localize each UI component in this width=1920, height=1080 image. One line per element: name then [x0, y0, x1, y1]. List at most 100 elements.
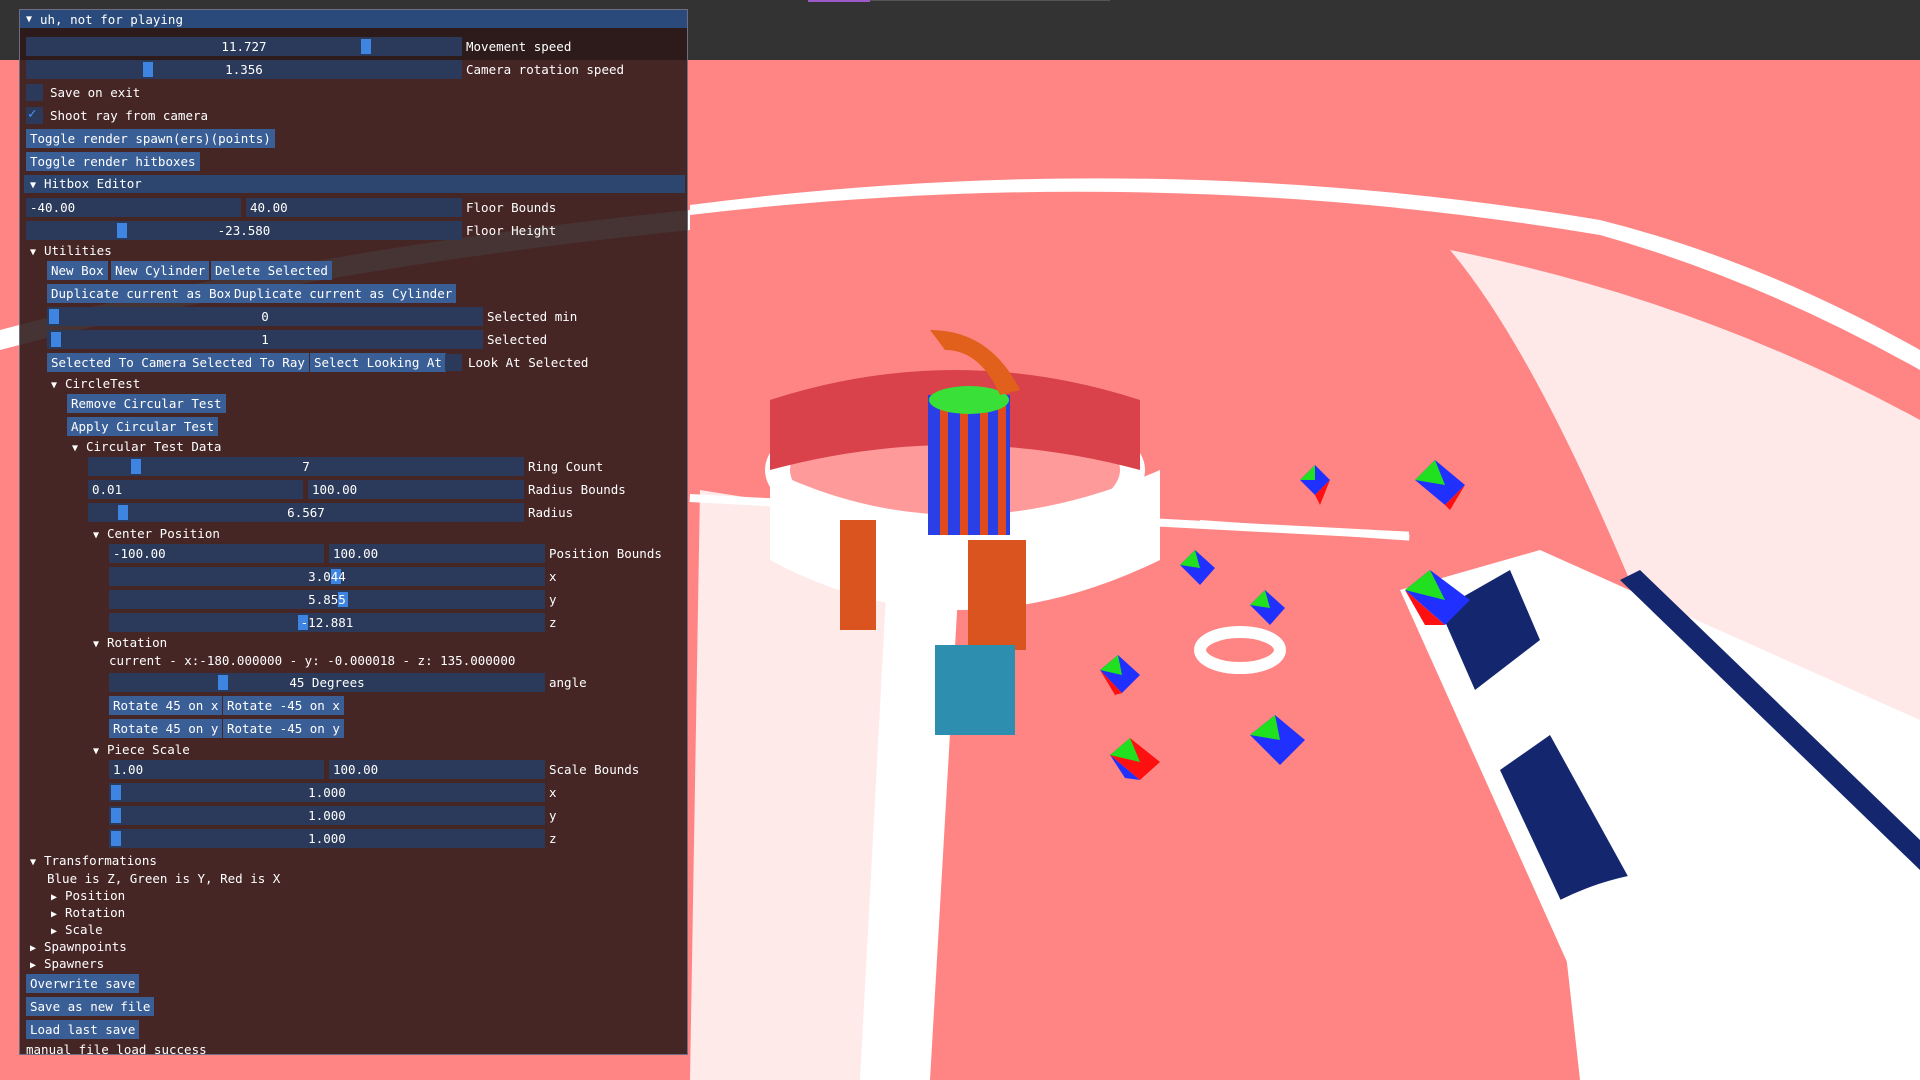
collapse-arrow-icon: ▼ — [93, 530, 100, 541]
spawnpoints-label: Spawnpoints — [44, 939, 127, 954]
debug-window[interactable]: ▼ uh, not for playing 11.727 Movement sp… — [19, 9, 688, 1057]
selected-min-label: Selected min — [487, 309, 578, 324]
status-text: manual file load success — [26, 1042, 207, 1057]
circle-test-node[interactable]: ▼ CircleTest — [51, 375, 140, 392]
shoot-ray-checkbox[interactable]: ✓ — [26, 106, 43, 124]
position-bounds-min[interactable]: -100.00 — [109, 544, 324, 563]
piece-scale-node[interactable]: ▼ Piece Scale — [93, 741, 190, 758]
position-node[interactable]: ▶ Position — [51, 887, 125, 904]
collapse-arrow-icon: ▼ — [30, 857, 37, 868]
radius-label: Radius — [528, 505, 574, 520]
window-title: uh, not for playing — [40, 11, 183, 27]
overwrite-save-button[interactable]: Overwrite save — [26, 974, 140, 993]
camera-rotation-label: Camera rotation speed — [466, 62, 625, 77]
tower-top — [929, 386, 1009, 414]
tower-stripe — [998, 395, 1006, 535]
save-as-new-button[interactable]: Save as new file — [26, 997, 155, 1016]
rotate-neg-x-button[interactable]: Rotate -45 on x — [223, 696, 344, 715]
tower-stripe — [960, 395, 968, 535]
center-y-label: y — [549, 592, 557, 607]
angle-label: angle — [549, 675, 587, 690]
collapse-arrow-icon[interactable]: ▼ — [26, 14, 40, 25]
radius-slider[interactable]: 6.567 — [88, 503, 524, 522]
spawners-label: Spawners — [44, 956, 105, 971]
save-on-exit-checkbox[interactable] — [26, 84, 43, 101]
movement-speed-label: Movement speed — [466, 39, 572, 54]
collapse-arrow-icon: ▼ — [72, 443, 79, 454]
movement-speed-value: 11.727 — [221, 39, 267, 54]
position-bounds-label: Position Bounds — [549, 546, 662, 561]
hitbox-editor-header[interactable]: ▼ Hitbox Editor — [24, 175, 685, 193]
delete-selected-button[interactable]: Delete Selected — [211, 261, 332, 280]
floor-height-slider[interactable]: -23.580 — [26, 221, 462, 240]
selected-to-ray-button[interactable]: Selected To Ray — [188, 353, 309, 372]
apply-circular-test-button[interactable]: Apply Circular Test — [67, 417, 218, 436]
center-z-slider[interactable]: -12.881 — [109, 613, 545, 632]
toggle-hitbox-button[interactable]: Toggle render hitboxes — [26, 152, 200, 171]
window-titlebar[interactable]: ▼ uh, not for playing — [20, 10, 687, 28]
scale-label: Scale — [65, 922, 103, 937]
load-last-save-button[interactable]: Load last save — [26, 1020, 140, 1039]
center-x-label: x — [549, 569, 557, 584]
angle-slider[interactable]: 45 Degrees — [109, 673, 545, 692]
scale-node[interactable]: ▶ Scale — [51, 921, 103, 938]
select-looking-at-button[interactable]: Select Looking At — [310, 353, 446, 372]
new-cylinder-button[interactable]: New Cylinder — [111, 261, 210, 280]
scale-bounds-max[interactable]: 100.00 — [329, 760, 545, 779]
remove-circular-test-button[interactable]: Remove Circular Test — [67, 394, 226, 413]
center-position-node[interactable]: ▼ Center Position — [93, 525, 220, 542]
scale-x-slider[interactable]: 1.000 — [109, 783, 545, 802]
camera-rotation-value: 1.356 — [225, 62, 263, 77]
duplicate-cylinder-button[interactable]: Duplicate current as Cylinder — [230, 284, 457, 303]
transformations-node[interactable]: ▼ Transformations — [30, 852, 157, 869]
floor-height-label: Floor Height — [466, 223, 557, 238]
piece-scale-label: Piece Scale — [107, 742, 190, 757]
rotate-pos-x-button[interactable]: Rotate 45 on x — [109, 696, 223, 715]
center-z-value: -12.881 — [300, 615, 354, 630]
scale-bounds-min[interactable]: 1.00 — [109, 760, 324, 779]
floor-bounds-max[interactable]: 40.00 — [246, 198, 462, 217]
tower-stripe — [980, 395, 988, 535]
scale-y-value: 1.000 — [308, 808, 346, 823]
look-at-selected-checkbox[interactable] — [445, 354, 462, 371]
collapse-arrow-icon: ▼ — [93, 639, 100, 650]
spawnpoints-node[interactable]: ▶ Spawnpoints — [30, 938, 127, 955]
scale-bounds-label: Scale Bounds — [549, 762, 640, 777]
scale-y-slider[interactable]: 1.000 — [109, 806, 545, 825]
spawners-node[interactable]: ▶ Spawners — [30, 955, 104, 972]
center-x-slider[interactable]: 3.044 — [109, 567, 545, 586]
ring-count-value: 7 — [302, 459, 310, 474]
ring-count-slider[interactable]: 7 — [88, 457, 524, 476]
radius-bounds-max[interactable]: 100.00 — [308, 480, 524, 499]
collapse-arrow-icon: ▼ — [30, 247, 37, 258]
duplicate-box-button[interactable]: Duplicate current as Box — [47, 284, 236, 303]
movement-speed-slider[interactable]: 11.727 — [26, 37, 462, 56]
collapse-arrow-icon: ▼ — [30, 180, 37, 191]
hitbox-editor-title: Hitbox Editor — [44, 176, 142, 191]
floor-bounds-min[interactable]: -40.00 — [26, 198, 241, 217]
center-y-slider[interactable]: 5.855 — [109, 590, 545, 609]
toggle-spawn-button[interactable]: Toggle render spawn(ers)(points) — [26, 129, 275, 148]
selected-to-camera-button[interactable]: Selected To Camera — [47, 353, 191, 372]
selected-min-value: 0 — [261, 309, 269, 324]
pillar-glass — [935, 645, 1015, 735]
utilities-node[interactable]: ▼ Utilities — [30, 242, 112, 259]
rotation-node[interactable]: ▼ Rotation — [93, 634, 167, 651]
pillar-left — [840, 520, 876, 630]
radius-bounds-label: Radius Bounds — [528, 482, 626, 497]
rotate-neg-y-button[interactable]: Rotate -45 on y — [223, 719, 344, 738]
radius-bounds-min[interactable]: 0.01 — [88, 480, 303, 499]
selected-slider[interactable]: 1 — [47, 330, 483, 349]
circular-test-data-node[interactable]: ▼ Circular Test Data — [72, 438, 221, 455]
new-box-button[interactable]: New Box — [47, 261, 108, 280]
scale-z-slider[interactable]: 1.000 — [109, 829, 545, 848]
position-bounds-max[interactable]: 100.00 — [329, 544, 545, 563]
axis-legend-text: Blue is Z, Green is Y, Red is X — [47, 871, 281, 886]
rotate-pos-y-button[interactable]: Rotate 45 on y — [109, 719, 223, 738]
center-y-value: 5.855 — [308, 592, 346, 607]
center-position-label: Center Position — [107, 526, 220, 541]
camera-rotation-slider[interactable]: 1.356 — [26, 60, 462, 79]
rotation-tree-node[interactable]: ▶ Rotation — [51, 904, 125, 921]
selected-min-slider[interactable]: 0 — [47, 307, 483, 326]
look-at-selected-label: Look At Selected — [468, 355, 589, 370]
